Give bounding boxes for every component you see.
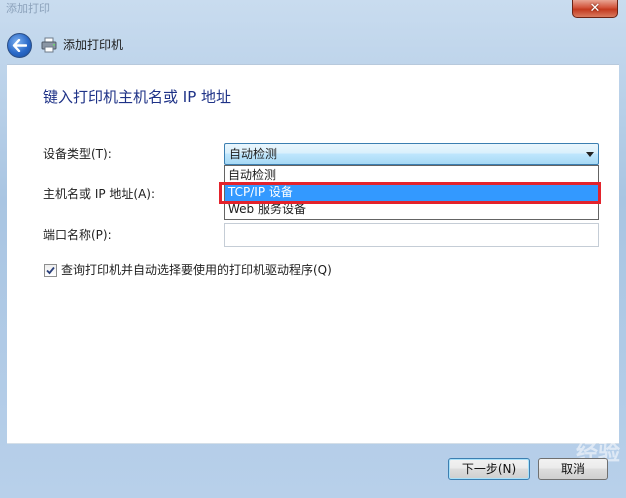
device-type-value: 自动检测 [229,147,278,161]
printer-icon [41,37,57,53]
annotation-highlight-box [219,182,601,204]
wizard-content-panel: 键入打印机主机名或 IP 地址 设备类型(T): 自动检测 主机名或 IP 地址… [7,64,619,444]
page-heading: 键入打印机主机名或 IP 地址 [43,88,232,106]
cancel-button[interactable]: 取消 [538,458,608,480]
window-frame: 添加打印 ✕ 添加打印机 键入打印机主机名或 IP 地址 设备类型(T): 自动… [0,0,626,498]
wizard-title: 添加打印机 [63,38,124,52]
port-name-label: 端口名称(P): [43,228,112,242]
hostname-label: 主机名或 IP 地址(A): [43,187,156,201]
close-button[interactable]: ✕ [572,0,618,18]
window-title: 添加打印 [6,2,50,15]
next-button[interactable]: 下一步(N) [448,458,530,480]
arrow-left-icon [12,39,27,52]
port-name-input[interactable] [224,223,599,247]
checkmark-icon [46,266,55,275]
device-type-label: 设备类型(T): [43,147,112,161]
chevron-down-icon [586,152,594,157]
device-type-combobox[interactable]: 自动检测 [224,143,599,165]
wizard-nav-bar: 添加打印机 [0,22,626,64]
close-icon: ✕ [589,1,601,16]
back-button[interactable] [7,33,32,58]
query-printer-checkbox-label[interactable]: 查询打印机并自动选择要使用的打印机驱动程序(Q) [61,261,332,279]
query-printer-checkbox[interactable] [44,264,57,277]
